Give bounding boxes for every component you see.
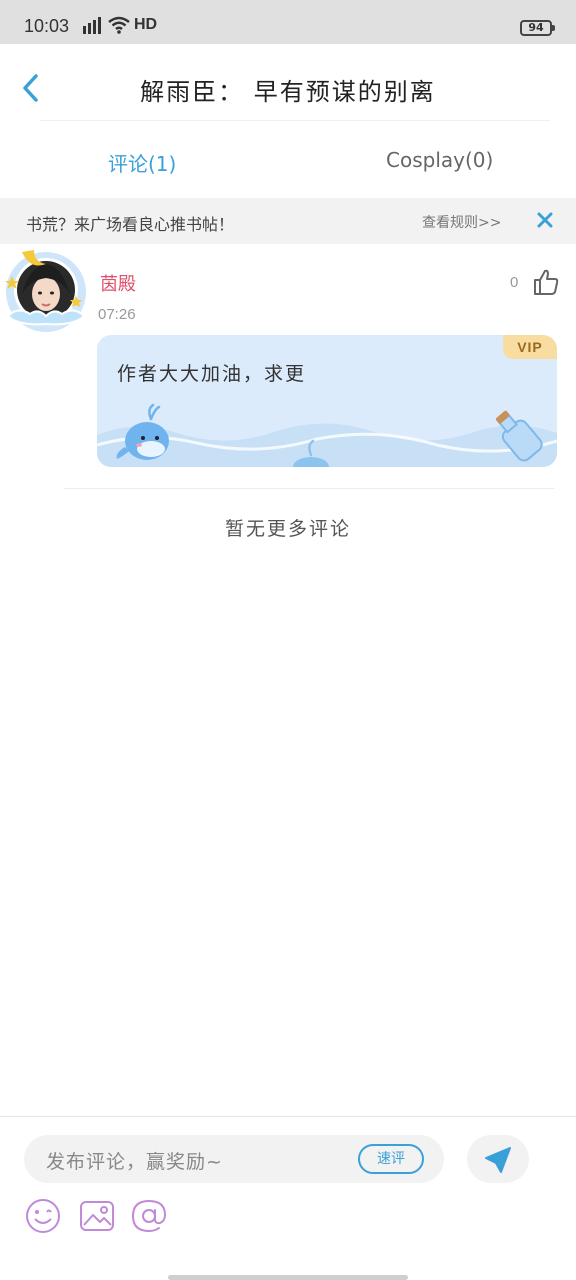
- home-indicator: [168, 1275, 408, 1280]
- battery-indicator: 94: [520, 20, 555, 36]
- comment-input-placeholder[interactable]: 发布评论，赢奖励~: [46, 1147, 223, 1174]
- comment-divider: [64, 488, 554, 489]
- signal-icon: [83, 17, 101, 34]
- vip-badge: VIP: [503, 335, 557, 359]
- comment-bubble[interactable]: 作者大大加油，求更 VIP: [97, 335, 557, 467]
- comment-item: 茵殿 07:26 0 作者大大加油，求更 VIP: [0, 246, 576, 489]
- hd-indicator: HD: [134, 16, 158, 33]
- page-title: 解雨臣： 早有预谋的别离: [140, 78, 436, 106]
- notice-text[interactable]: 书荒？来广场看良心推书帖！: [26, 211, 234, 235]
- status-icons: HD: [82, 16, 157, 34]
- view-rules-link[interactable]: 查看规则>>: [422, 212, 501, 232]
- like-count: 0: [510, 274, 519, 291]
- no-more-comments: 暂无更多评论: [224, 518, 351, 540]
- tab-bar: 评论(1) Cosplay(0): [0, 130, 576, 192]
- status-bar: 10:03 HD 94: [0, 0, 576, 44]
- close-icon[interactable]: [535, 210, 555, 230]
- avatar[interactable]: [0, 246, 92, 338]
- send-button[interactable]: [467, 1135, 529, 1183]
- wifi-icon: [108, 16, 130, 34]
- status-time: 10:03: [24, 16, 70, 36]
- notice-bar[interactable]: 书荒？来广场看良心推书帖！ 查看规则>>: [0, 198, 576, 244]
- thumbs-up-icon[interactable]: [532, 268, 560, 296]
- comment-time: 07:26: [98, 306, 136, 323]
- tab-cosplay[interactable]: Cosplay(0): [386, 148, 493, 172]
- header-divider: [40, 120, 550, 121]
- comment-text: 作者大大加油，求更: [117, 363, 307, 385]
- mention-icon[interactable]: [130, 1197, 168, 1235]
- quick-comment-button[interactable]: 速评: [358, 1144, 424, 1174]
- username[interactable]: 茵殿: [100, 270, 136, 296]
- image-icon[interactable]: [78, 1197, 116, 1235]
- emoji-icon[interactable]: [24, 1197, 62, 1235]
- tab-comments[interactable]: 评论(1): [108, 148, 176, 177]
- comment-input[interactable]: 发布评论，赢奖励~ 速评: [24, 1135, 444, 1183]
- send-icon: [485, 1147, 511, 1173]
- header: 解雨臣： 早有预谋的别离: [0, 44, 576, 122]
- ocean-whale-decoration: [97, 403, 557, 467]
- comment-composer: 发布评论，赢奖励~ 速评: [0, 1116, 576, 1280]
